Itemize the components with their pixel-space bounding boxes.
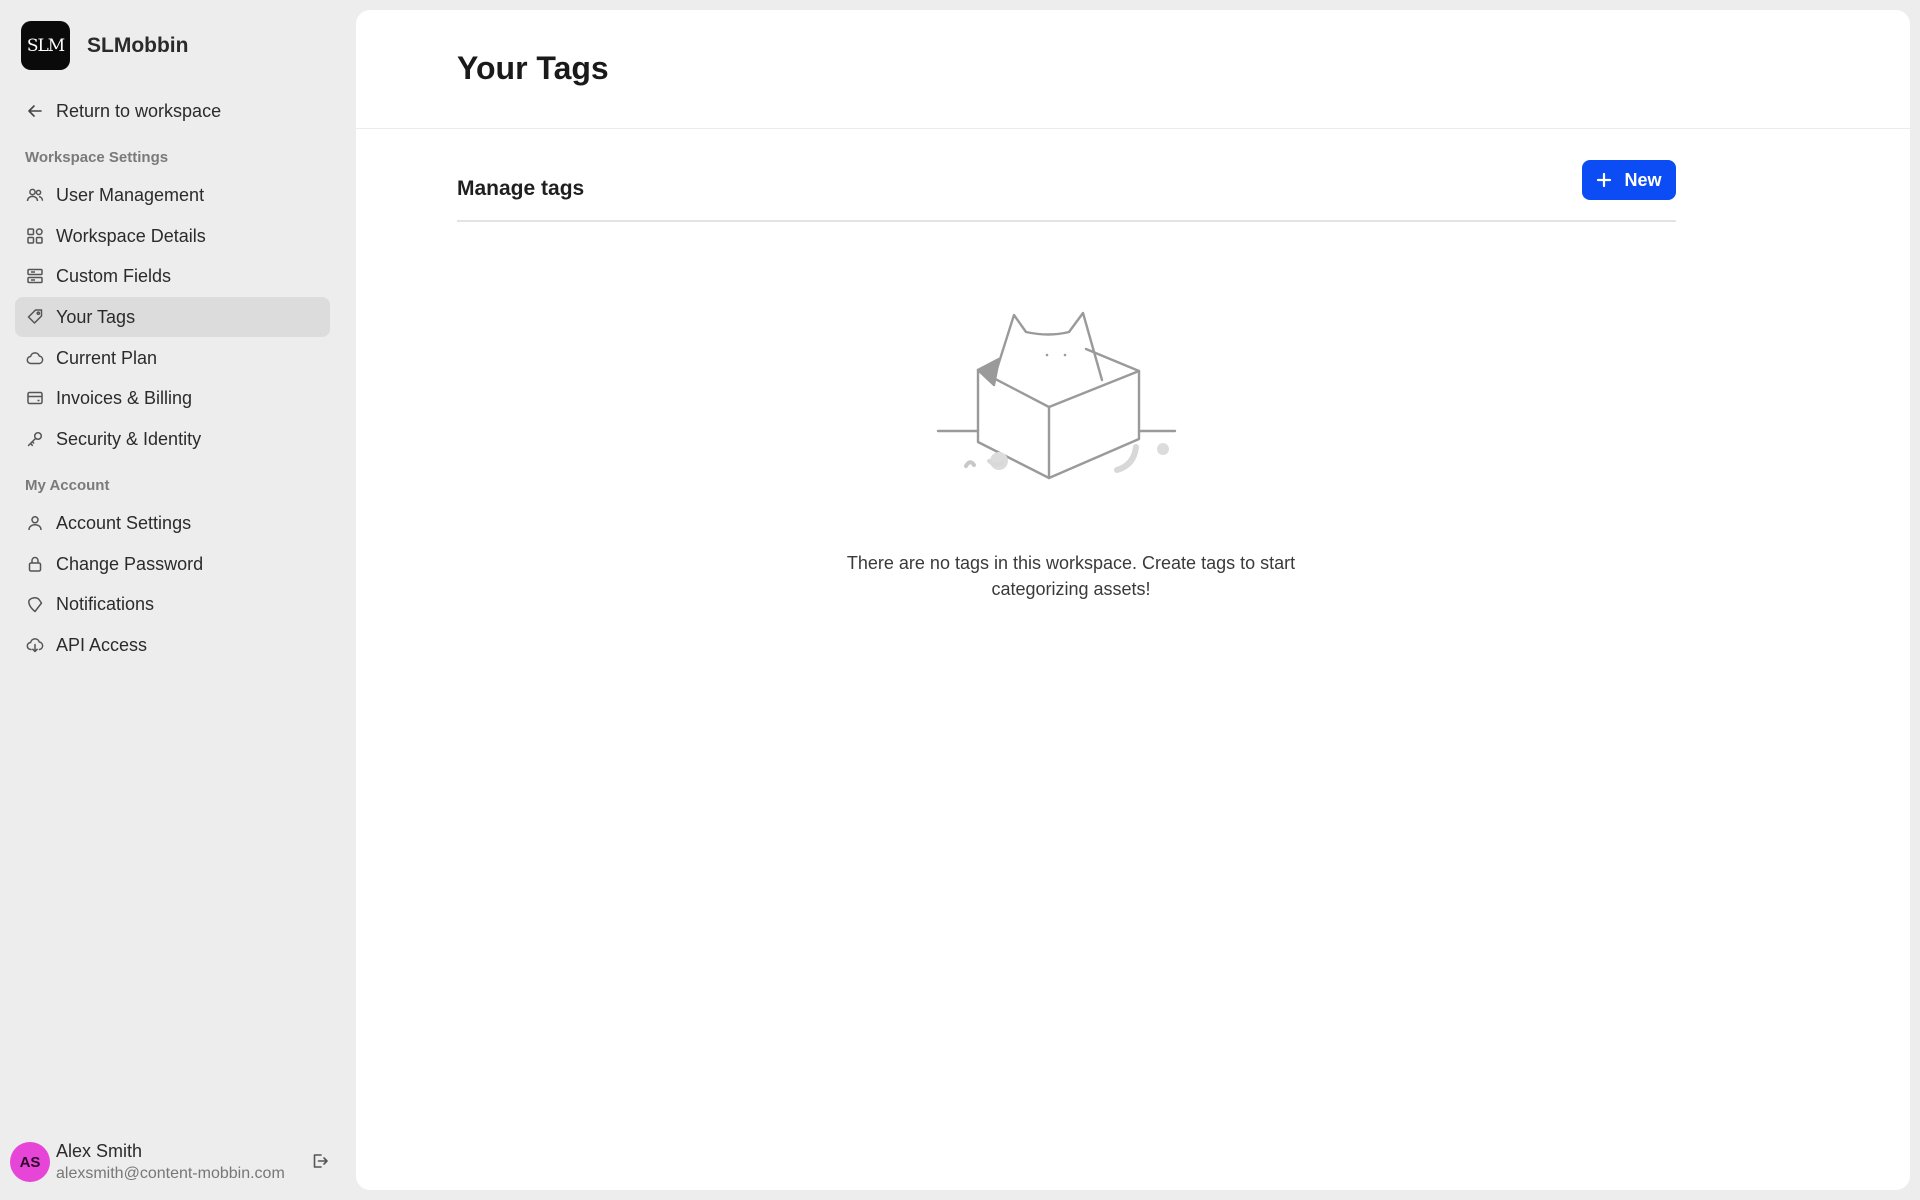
page-title: Your Tags (457, 50, 609, 86)
cloud-download-icon (25, 635, 45, 655)
sidebar-item-account-settings[interactable]: Account Settings (15, 503, 330, 543)
sidebar-item-notifications[interactable]: Notifications (15, 584, 330, 624)
key-icon (25, 429, 45, 449)
sidebar-item-current-plan[interactable]: Current Plan (15, 338, 330, 378)
card-icon (25, 388, 45, 408)
bell-icon (25, 594, 45, 614)
sidebar-item-workspace-details[interactable]: Workspace Details (15, 216, 330, 256)
return-to-workspace-link[interactable]: Return to workspace (15, 91, 330, 131)
sidebar-item-label: Your Tags (56, 306, 136, 327)
avatar[interactable]: AS (10, 1142, 50, 1182)
plus-icon (1596, 172, 1612, 188)
sidebar-item-label: Account Settings (56, 512, 192, 533)
sidebar: SLM SLMobbin Return to workspace Workspa… (0, 0, 356, 1200)
grid-icon (25, 226, 45, 246)
sidebar-item-label: Workspace Details (56, 225, 206, 246)
sidebar-item-label: Notifications (56, 593, 155, 614)
workspace-brand[interactable]: SLM SLMobbin (21, 21, 188, 70)
sidebar-item-security-identity[interactable]: Security & Identity (15, 419, 330, 459)
workspace-name: SLMobbin (87, 33, 189, 57)
cloud-icon (25, 348, 45, 368)
sidebar-item-custom-fields[interactable]: Custom Fields (15, 256, 330, 296)
my-account-heading: My Account (25, 477, 110, 494)
sidebar-item-change-password[interactable]: Change Password (15, 544, 330, 584)
sidebar-item-label: Current Plan (56, 347, 158, 368)
sidebar-item-your-tags[interactable]: Your Tags (15, 297, 330, 337)
manage-tags-bar: Manage tags New (457, 160, 1676, 222)
sidebar-item-label: User Management (56, 184, 205, 205)
sidebar-item-label: Security & Identity (56, 428, 202, 449)
sidebar-item-label: API Access (56, 634, 148, 655)
sidebar-item-label: Custom Fields (56, 265, 172, 286)
user-name: Alex Smith (56, 1141, 143, 1161)
workspace-settings-heading: Workspace Settings (25, 149, 169, 166)
workspace-logo: SLM (21, 21, 70, 70)
empty-state-message: There are no tags in this workspace. Cre… (846, 553, 1296, 599)
sidebar-item-label: Change Password (56, 553, 204, 574)
new-button-label: New (1624, 169, 1662, 190)
user-profile: AS Alex Smith alexsmith@content-mobbin.c… (10, 1140, 340, 1184)
main-panel: Your Tags Manage tags New There are no t… (356, 10, 1910, 1190)
user-icon (25, 513, 45, 533)
empty-state-cat-in-box-illustration (936, 295, 1206, 495)
sidebar-item-invoices-billing[interactable]: Invoices & Billing (15, 378, 330, 418)
logout-icon[interactable] (310, 1151, 332, 1173)
sidebar-item-api-access[interactable]: API Access (15, 625, 330, 665)
lock-icon (25, 554, 45, 574)
user-email: alexsmith@content-mobbin.com (56, 1165, 285, 1182)
users-icon (25, 185, 45, 205)
sidebar-item-label: Invoices & Billing (56, 387, 193, 408)
tag-icon (25, 307, 45, 327)
fields-icon (25, 266, 45, 286)
section-title: Manage tags (457, 177, 585, 200)
new-tag-button[interactable]: New (1582, 160, 1676, 200)
arrow-left-icon (25, 101, 45, 121)
return-to-workspace-label: Return to workspace (56, 100, 222, 121)
sidebar-item-user-management[interactable]: User Management (15, 175, 330, 215)
page-header: Your Tags (356, 10, 1910, 129)
